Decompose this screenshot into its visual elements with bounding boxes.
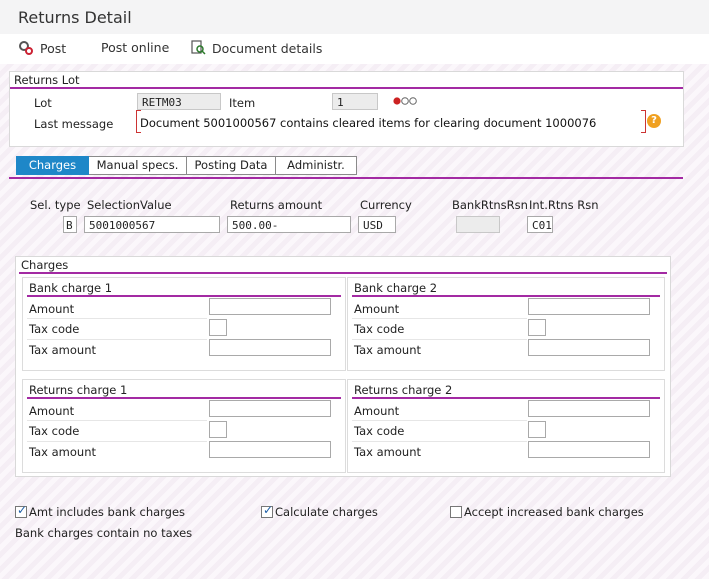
bank-charge-2-amount-field[interactable] — [528, 298, 650, 315]
document-details-button[interactable]: Document details — [191, 40, 322, 56]
row-divider — [352, 420, 527, 421]
returns-charge-1-amount-label: Amount — [29, 404, 75, 418]
returns-charge-1-title: Returns charge 1 — [29, 383, 128, 397]
post-button[interactable]: Post — [18, 40, 66, 56]
returns-charge-1-tax-amount-label: Tax amount — [29, 445, 97, 459]
returns-charge-2-amount-field[interactable] — [528, 400, 650, 417]
charges-divider — [19, 272, 667, 274]
returns-charge-1-amount-field[interactable] — [209, 400, 331, 417]
toolbar: Post Post online Document details — [0, 34, 709, 64]
calculate-charges-check-icon: ✓ — [263, 503, 274, 517]
accept-increased-bank-charges-label: Accept increased bank charges — [464, 505, 644, 519]
selection-value-label: SelectionValue — [87, 198, 172, 212]
row-divider — [352, 318, 527, 319]
post-online-label: Post online — [101, 40, 170, 55]
bank-charge-1-title: Bank charge 1 — [29, 281, 113, 295]
accept-increased-bank-charges-checkbox[interactable] — [450, 506, 462, 518]
returns-charge-2-divider — [352, 397, 660, 399]
help-icon[interactable]: ? — [647, 114, 661, 128]
returns-amount-label: Returns amount — [230, 198, 323, 212]
post-icon — [19, 41, 33, 55]
bank-charge-2-amount-label: Amount — [354, 302, 400, 316]
amt-includes-bank-charges-checkbox[interactable]: ✓ — [15, 503, 28, 518]
bank-charge-2-tax-amount-label: Tax amount — [354, 343, 422, 357]
sel-type-label: Sel. type — [30, 198, 81, 212]
tab-manual-specs[interactable]: Manual specs. — [89, 156, 187, 175]
lot-label: Lot — [34, 96, 52, 110]
returns-charge-1-tax-code-field[interactable] — [209, 421, 227, 438]
document-details-icon — [191, 40, 206, 55]
returns-charge-2-tax-amount-field[interactable] — [528, 441, 650, 458]
bank-charge-2-title: Bank charge 2 — [354, 281, 438, 295]
bank-charge-2-group: Bank charge 2 Amount Tax code Tax amount — [347, 277, 665, 371]
returns-charge-2-tax-amount-label: Tax amount — [354, 445, 422, 459]
row-divider — [27, 420, 207, 421]
returns-lot-group: Returns Lot Lot RETM03 Item 1 Last messa… — [9, 71, 684, 147]
row-divider — [352, 339, 527, 340]
bank-charge-1-amount-label: Amount — [29, 302, 75, 316]
item-label: Item — [229, 96, 256, 110]
returns-charge-2-tax-code-label: Tax code — [354, 424, 405, 438]
bank-charges-note: Bank charges contain no taxes — [15, 526, 193, 540]
amt-includes-bank-charges-label: Amt includes bank charges — [29, 505, 186, 519]
returns-charge-1-tax-amount-field[interactable] — [209, 441, 331, 458]
traffic-light-icon — [393, 97, 417, 105]
calculate-charges-checkbox[interactable]: ✓ — [261, 503, 274, 518]
returns-lot-divider — [10, 87, 683, 89]
bank-charge-2-tax-amount-field[interactable] — [528, 339, 650, 356]
post-online-button[interactable]: Post online — [101, 40, 169, 55]
tab-divider — [9, 177, 683, 179]
returns-charge-2-amount-label: Amount — [354, 404, 400, 418]
bank-charge-1-tax-code-label: Tax code — [29, 322, 80, 336]
post-label: Post — [40, 40, 67, 56]
item-field[interactable]: 1 — [332, 93, 378, 110]
returns-amount-field[interactable]: 500.00- — [227, 216, 351, 233]
message-bracket-right — [641, 110, 646, 133]
bank-rtns-rsn-label: BankRtnsRsn — [452, 198, 528, 212]
last-message-text: Document 5001000567 contains cleared ite… — [140, 116, 597, 130]
returns-charge-1-divider — [27, 397, 341, 399]
currency-field[interactable]: USD — [358, 216, 396, 233]
row-divider — [27, 318, 207, 319]
returns-lot-title: Returns Lot — [14, 73, 80, 87]
bank-charge-1-amount-field[interactable] — [209, 298, 331, 315]
int-rtns-rsn-field[interactable]: C01 — [527, 216, 553, 233]
returns-charge-2-title: Returns charge 2 — [354, 383, 453, 397]
returns-charge-1-tax-code-label: Tax code — [29, 424, 80, 438]
charges-group: Charges Bank charge 1 Amount Tax code Ta… — [15, 256, 671, 477]
row-divider — [27, 339, 207, 340]
bank-charge-1-tax-code-field[interactable] — [209, 319, 227, 336]
lot-field[interactable]: RETM03 — [137, 93, 221, 110]
window-title: Returns Detail — [18, 8, 132, 27]
bank-charge-1-tax-amount-label: Tax amount — [29, 343, 97, 357]
currency-label: Currency — [360, 198, 412, 212]
tab-posting-data[interactable]: Posting Data — [187, 156, 276, 175]
calculate-charges-label: Calculate charges — [275, 505, 378, 519]
selection-value-field[interactable]: 5001000567 — [84, 216, 220, 233]
row-divider — [352, 441, 527, 442]
bank-rtns-rsn-field[interactable] — [456, 216, 500, 233]
tab-administr[interactable]: Administr. — [276, 156, 357, 175]
row-divider — [27, 441, 207, 442]
returns-charge-2-group: Returns charge 2 Amount Tax code Tax amo… — [347, 379, 665, 473]
bank-charge-2-tax-code-field[interactable] — [528, 319, 546, 336]
bank-charge-1-group: Bank charge 1 Amount Tax code Tax amount — [22, 277, 346, 371]
bank-charge-1-tax-amount-field[interactable] — [209, 339, 331, 356]
document-details-label: Document details — [212, 40, 323, 56]
returns-charge-1-group: Returns charge 1 Amount Tax code Tax amo… — [22, 379, 346, 473]
int-rtns-rsn-label: Int.Rtns Rsn — [529, 198, 599, 212]
tab-charges[interactable]: Charges — [16, 156, 89, 175]
returns-charge-2-tax-code-field[interactable] — [528, 421, 546, 438]
bank-charge-2-tax-code-label: Tax code — [354, 322, 405, 336]
tab-strip: Charges Manual specs. Posting Data Admin… — [16, 156, 357, 175]
sel-type-field[interactable]: B — [63, 216, 77, 233]
bank-charge-1-divider — [27, 295, 341, 297]
bank-charge-2-divider — [352, 295, 660, 297]
last-message-label: Last message — [34, 117, 114, 131]
amt-includes-bank-charges-check-icon: ✓ — [17, 503, 28, 517]
charges-title: Charges — [21, 258, 69, 272]
